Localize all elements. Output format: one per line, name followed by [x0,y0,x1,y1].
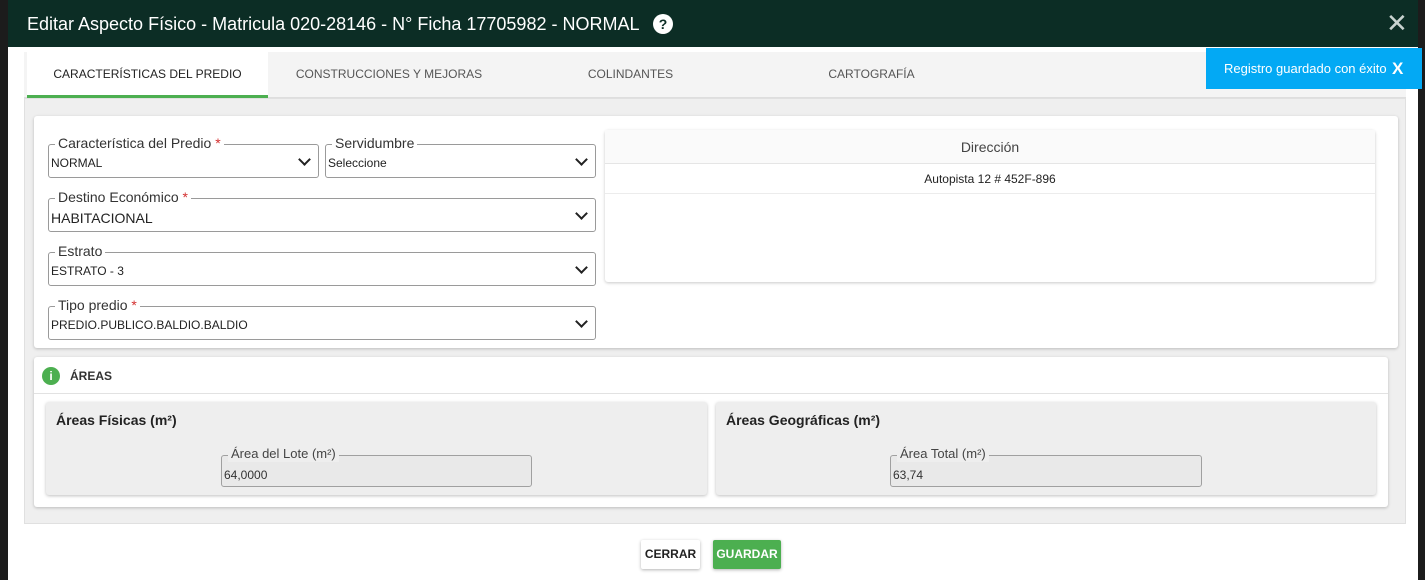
area-lote-field[interactable]: Área del Lote (m²) 64,0000 [221,446,532,487]
caracteristica-value: NORMAL [51,156,103,170]
area-total-field[interactable]: Área Total (m²) 63,74 [890,446,1202,487]
servidumbre-label: Servidumbre [332,134,418,152]
guardar-button[interactable]: GUARDAR [713,540,781,569]
toast-close-icon[interactable]: X [1392,48,1403,89]
direccion-table: Dirección Autopista 12 # 452F-896 [605,130,1375,282]
direccion-header: Dirección [605,130,1375,164]
tab-colindantes[interactable]: COLINDANTES [510,52,751,98]
servidumbre-value: Seleccione [328,156,387,170]
cerrar-button[interactable]: CERRAR [641,540,700,569]
destino-label: Destino Económico * [55,188,191,206]
tab-construcciones[interactable]: CONSTRUCCIONES Y MEJORAS [268,52,510,98]
help-icon[interactable]: ? [653,14,673,34]
destino-select[interactable]: Destino Económico * HABITACIONAL [48,188,596,232]
area-total-value: 63,74 [893,468,924,482]
area-lote-value: 64,0000 [224,468,268,482]
divider [34,393,1388,394]
toast-message: Registro guardado con éxito [1224,61,1387,76]
areas-geograficas-card: Áreas Geográficas (m²) Área Total (m²) 6… [716,402,1376,495]
tipo-predio-label: Tipo predio * [55,296,140,314]
tabs-bar: CARACTERÍSTICAS DEL PREDIO CONSTRUCCIONE… [24,52,1406,98]
estrato-label: Estrato [55,242,106,260]
predio-card: Característica del Predio * NORMAL Servi… [34,116,1398,348]
edit-modal: Editar Aspecto Físico - Matricula 020-28… [8,0,1422,580]
servidumbre-select[interactable]: Servidumbre Seleccione [325,134,596,178]
modal-title: Editar Aspecto Físico - Matricula 020-28… [27,14,640,34]
caracteristica-label: Característica del Predio * [55,134,224,152]
tipo-predio-value: PREDIO.PUBLICO.BALDIO.BALDIO [51,318,248,332]
areas-geograficas-title: Áreas Geográficas (m²) [726,412,881,428]
success-toast: Registro guardado con éxito X [1206,48,1422,89]
close-icon[interactable]: ✕ [1386,10,1408,36]
areas-fisicas-title: Áreas Físicas (m²) [56,412,177,428]
tipo-predio-select[interactable]: Tipo predio * PREDIO.PUBLICO.BALDIO.BALD… [48,296,596,340]
area-total-label: Área Total (m²) [897,446,989,462]
modal-header: Editar Aspecto Físico - Matricula 020-28… [8,0,1418,47]
content-panel: Característica del Predio * NORMAL Servi… [24,98,1406,524]
destino-value: HABITACIONAL [51,210,153,226]
tab-caracteristicas[interactable]: CARACTERÍSTICAS DEL PREDIO [27,52,268,98]
info-icon: i [42,367,60,385]
estrato-value: ESTRATO - 3 [51,264,124,278]
areas-title: ÁREAS [70,369,113,383]
caracteristica-select[interactable]: Característica del Predio * NORMAL [48,134,319,178]
tab-cartografia[interactable]: CARTOGRAFÍA [751,52,992,98]
table-row[interactable]: Autopista 12 # 452F-896 [605,164,1375,194]
area-lote-label: Área del Lote (m²) [228,446,339,462]
estrato-box[interactable] [48,252,596,286]
estrato-select[interactable]: Estrato ESTRATO - 3 [48,242,596,286]
areas-fisicas-card: Áreas Físicas (m²) Área del Lote (m²) 64… [46,402,707,495]
areas-card: i ÁREAS Áreas Físicas (m²) Área del Lote… [34,357,1388,507]
